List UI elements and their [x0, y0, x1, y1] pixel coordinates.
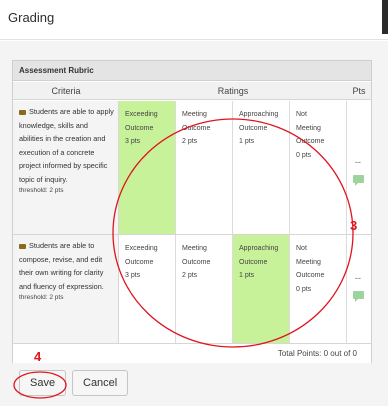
criterion-description: Students are able to apply knowledge, sk…: [19, 105, 114, 186]
rating-points: 2 pts: [182, 138, 198, 145]
rating-cell-2-4[interactable]: Not Meeting Outcome 0 pts: [290, 235, 347, 343]
total-points-row: Total Points: 0 out of 0: [13, 343, 371, 363]
comment-icon[interactable]: [353, 291, 364, 302]
rating-line: Outcome: [239, 124, 268, 132]
rating-points: 0 pts: [296, 285, 312, 293]
comment-icon[interactable]: [353, 175, 364, 186]
rating-points: 1 pts: [239, 138, 255, 145]
rubric-title-bar: Assessment Rubric: [13, 61, 371, 81]
rating-line: Meeting: [182, 111, 207, 118]
rating-line: Approaching: [239, 245, 279, 252]
rating-cell-2-3[interactable]: Approaching Outcome 1 pts: [233, 235, 290, 343]
rating-points: 1 pts: [239, 272, 255, 279]
rating-line: Meeting: [296, 258, 321, 266]
rating-points: 3 pts: [125, 138, 141, 145]
points-value: --: [355, 157, 361, 167]
rating-line: Not: [296, 245, 307, 252]
rating-line: Outcome: [182, 124, 211, 132]
criterion-threshold: threshold: 2 pts: [19, 187, 64, 194]
total-points: Total Points: 0 out of 0: [277, 349, 357, 358]
criterion-icon: [19, 109, 26, 115]
criterion-text: Students are able to compose, revise, an…: [19, 241, 104, 291]
rating-line: Meeting: [182, 245, 207, 252]
dialog-footer: Save Cancel: [0, 364, 388, 406]
pts-header: Pts: [352, 86, 366, 96]
rating-line: Outcome: [296, 272, 325, 279]
rating-line: Approaching: [239, 111, 279, 118]
points-value: --: [355, 273, 361, 283]
rating-line: Outcome: [125, 258, 154, 266]
window-edge: [382, 0, 388, 34]
save-button[interactable]: Save: [19, 370, 67, 396]
dialog-header: Grading: [0, 0, 388, 40]
pts-cell-1: --: [347, 101, 371, 234]
rubric-header-row: Criteria Ratings Pts: [13, 82, 371, 100]
rating-cell-1-4[interactable]: Not Meeting Outcome 0 pts: [290, 101, 347, 234]
step-3-label: 3: [350, 218, 358, 233]
rating-line: Outcome: [296, 138, 325, 145]
criterion-cell-2: Students are able to compose, revise, an…: [13, 235, 119, 343]
criterion-description: Students are able to compose, revise, an…: [19, 239, 114, 293]
step-4-label: 4: [34, 349, 42, 364]
rating-cell-1-1[interactable]: Exceeding Outcome 3 pts: [119, 101, 176, 234]
rating-cell-1-2[interactable]: Meeting Outcome 2 pts: [176, 101, 233, 234]
cancel-button[interactable]: Cancel: [72, 370, 129, 396]
rating-line: Meeting: [296, 124, 321, 132]
rating-points: 0 pts: [296, 151, 312, 159]
rating-line: Outcome: [239, 258, 268, 266]
rating-cell-2-1[interactable]: Exceeding Outcome 3 pts: [119, 235, 176, 343]
rubric-title: Assessment Rubric: [19, 66, 94, 75]
rubric-table: Assessment Rubric Criteria Ratings Pts S…: [12, 60, 372, 363]
criteria-header: Criteria: [51, 86, 81, 96]
rating-line: Not: [296, 111, 307, 118]
dialog-title: Grading: [8, 10, 55, 25]
rating-cell-2-2[interactable]: Meeting Outcome 2 pts: [176, 235, 233, 343]
rating-line: Exceeding: [125, 111, 158, 118]
ratings-header: Ratings: [217, 86, 249, 96]
criterion-cell-1: Students are able to apply knowledge, sk…: [13, 101, 119, 234]
rating-points: 3 pts: [125, 272, 141, 279]
rating-cell-1-3[interactable]: Approaching Outcome 1 pts: [233, 101, 290, 234]
rating-line: Exceeding: [125, 245, 158, 252]
rating-line: Outcome: [182, 258, 211, 266]
criterion-icon: [19, 243, 26, 249]
rating-points: 2 pts: [182, 272, 198, 279]
rating-line: Outcome: [125, 124, 154, 132]
criterion-text: Students are able to apply knowledge, sk…: [19, 107, 114, 184]
criterion-threshold: threshold: 2 pts: [19, 294, 64, 301]
pts-cell-2: --: [347, 235, 371, 343]
